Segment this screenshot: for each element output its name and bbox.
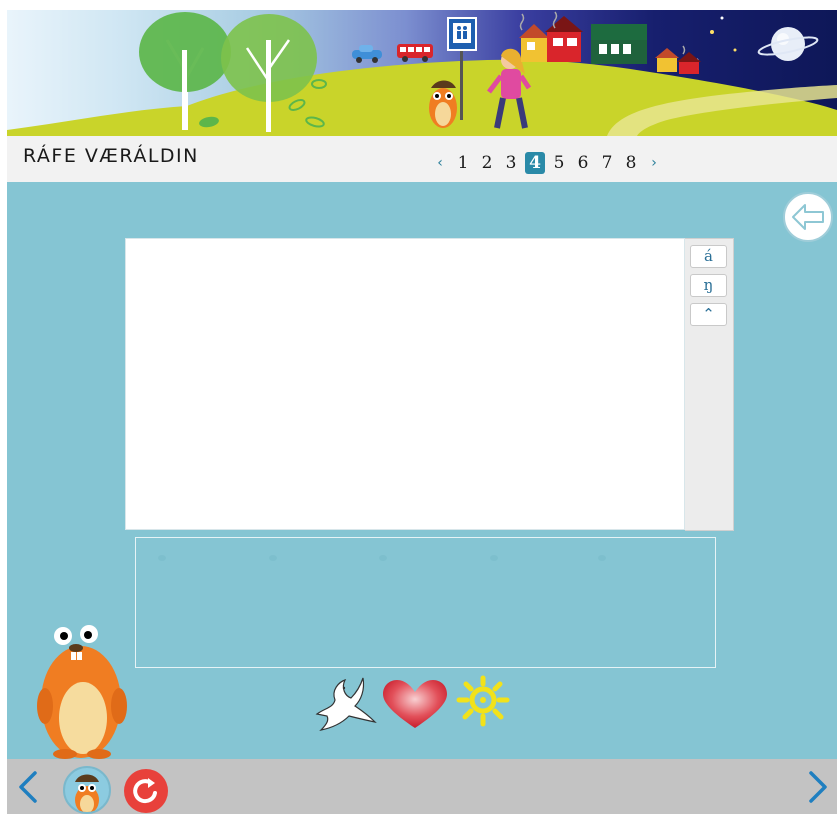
pager-page-8[interactable]: 8 bbox=[621, 152, 641, 174]
mascot-icon bbox=[429, 80, 457, 128]
mascot-avatar-icon bbox=[75, 774, 99, 812]
drop-slot bbox=[379, 555, 387, 561]
reset-button[interactable] bbox=[124, 769, 168, 813]
previous-page-button[interactable] bbox=[13, 767, 43, 807]
page-pager: ‹ 1 2 3 4 5 6 7 8 › bbox=[429, 151, 665, 175]
drop-slot bbox=[269, 555, 277, 561]
next-page-button[interactable] bbox=[803, 767, 833, 807]
mascot-icon bbox=[37, 625, 127, 759]
avatar-button[interactable] bbox=[63, 766, 111, 814]
main-content: á ŋ ⌃ bbox=[7, 182, 837, 759]
app-window: RÁFE VÆRÁLDIN ‹ 1 2 3 4 5 6 7 8 › á ŋ ⌃ bbox=[0, 0, 837, 814]
reset-icon bbox=[133, 778, 157, 804]
car-icon bbox=[352, 45, 382, 63]
title-bar: RÁFE VÆRÁLDIN ‹ 1 2 3 4 5 6 7 8 › bbox=[7, 136, 837, 182]
pager-prev-button[interactable]: ‹ bbox=[429, 155, 451, 171]
pager-next-button[interactable]: › bbox=[643, 155, 665, 171]
arrow-left-icon bbox=[792, 204, 824, 230]
bird-icon[interactable] bbox=[315, 677, 377, 731]
drop-slot bbox=[598, 555, 606, 561]
insert-char-eng-button[interactable]: ŋ bbox=[690, 274, 727, 297]
pager-page-1[interactable]: 1 bbox=[453, 152, 473, 174]
chevron-left-icon bbox=[19, 771, 37, 803]
sun-icon[interactable] bbox=[456, 675, 510, 727]
header-banner bbox=[7, 10, 837, 136]
pager-page-3[interactable]: 3 bbox=[501, 152, 521, 174]
special-characters-panel: á ŋ ⌃ bbox=[685, 238, 734, 531]
answer-drop-area[interactable] bbox=[135, 537, 716, 668]
back-button[interactable] bbox=[783, 192, 833, 242]
picture-row bbox=[311, 674, 511, 738]
planet-icon bbox=[757, 27, 819, 61]
drop-slot bbox=[490, 555, 498, 561]
pager-page-6[interactable]: 6 bbox=[573, 152, 593, 174]
page-title: RÁFE VÆRÁLDIN bbox=[23, 145, 199, 167]
mascot-image bbox=[35, 614, 131, 763]
drop-slot bbox=[158, 555, 166, 561]
pager-page-4-current[interactable]: 4 bbox=[525, 152, 545, 174]
insert-char-a-acute-button[interactable]: á bbox=[690, 245, 727, 268]
footer-bar bbox=[7, 759, 837, 814]
heart-icon[interactable] bbox=[383, 680, 447, 728]
expand-characters-button[interactable]: ⌃ bbox=[690, 303, 727, 326]
pager-page-5[interactable]: 5 bbox=[549, 152, 569, 174]
bus-icon bbox=[397, 44, 433, 62]
text-editor[interactable] bbox=[125, 238, 685, 530]
banner-illustration bbox=[7, 11, 837, 136]
pager-page-7[interactable]: 7 bbox=[597, 152, 617, 174]
chevron-right-icon bbox=[809, 771, 827, 803]
pager-page-2[interactable]: 2 bbox=[477, 152, 497, 174]
